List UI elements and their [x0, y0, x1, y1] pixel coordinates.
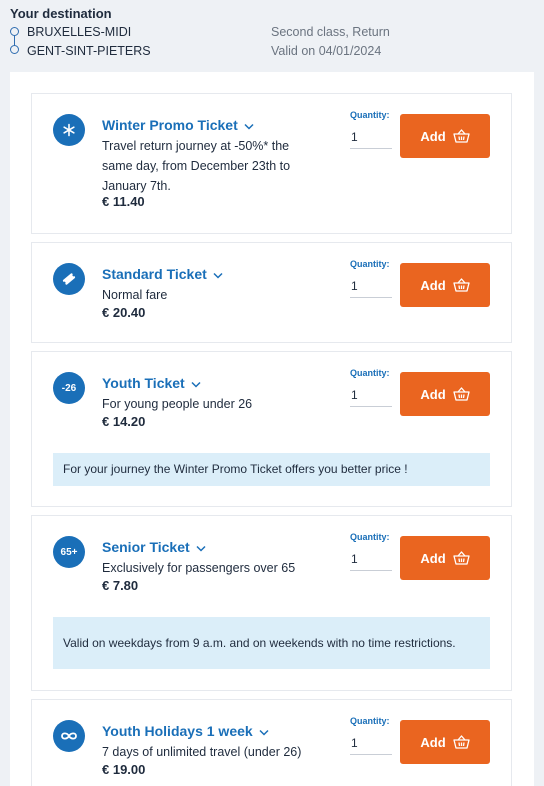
quantity-input[interactable]	[350, 383, 392, 407]
ticket-icon	[53, 263, 85, 295]
ticket-price: € 11.40	[102, 194, 145, 209]
add-label: Add	[420, 128, 446, 144]
validity-date: Valid on 04/01/2024	[271, 44, 382, 58]
ticket-description: Travel return journey at -50%* the same …	[102, 139, 291, 193]
add-to-basket-button[interactable]: Add	[400, 372, 490, 416]
age-badge-icon: -26	[53, 372, 85, 404]
destination-title: Your destination	[10, 6, 112, 21]
travel-class: Second class, Return	[271, 25, 390, 39]
quantity-input[interactable]	[350, 731, 392, 755]
ticket-title[interactable]: Senior Ticket	[102, 539, 206, 555]
chevron-down-icon[interactable]	[259, 729, 269, 736]
add-to-basket-button[interactable]: Add	[400, 720, 490, 764]
quantity-input[interactable]	[350, 547, 392, 571]
basket-icon	[452, 129, 470, 143]
ticket-title[interactable]: Youth Holidays 1 week	[102, 723, 269, 739]
ticket-description: Normal fare	[102, 288, 168, 302]
add-to-basket-button[interactable]: Add	[400, 263, 490, 307]
ticket-card-winter-promo: Winter Promo Ticket Travel return journe…	[31, 93, 512, 234]
quantity-label: Quantity:	[350, 110, 390, 120]
ticket-price: € 19.00	[102, 762, 146, 777]
info-note: For your journey the Winter Promo Ticket…	[53, 453, 490, 486]
origin-marker-icon	[10, 27, 19, 36]
add-label: Add	[420, 277, 446, 293]
chevron-down-icon[interactable]	[213, 272, 223, 279]
quantity-label: Quantity:	[350, 368, 390, 378]
infinity-icon	[53, 720, 85, 752]
ticket-price: € 7.80	[102, 578, 139, 593]
ticket-price: € 20.40	[102, 305, 146, 320]
chevron-down-icon[interactable]	[191, 381, 201, 388]
chevron-down-icon[interactable]	[244, 123, 254, 130]
destination-header: Your destination BRUXELLES-MIDI GENT-SIN…	[0, 0, 544, 72]
origin-station: BRUXELLES-MIDI	[27, 25, 132, 39]
ticket-price: € 14.20	[102, 414, 146, 429]
add-label: Add	[420, 734, 446, 750]
ticket-title[interactable]: Standard Ticket	[102, 266, 223, 282]
quantity-label: Quantity:	[350, 532, 390, 542]
snowflake-icon	[53, 114, 85, 146]
destination-marker-icon	[10, 45, 19, 54]
ticket-description: For young people under 26	[102, 397, 253, 411]
ticket-title[interactable]: Winter Promo Ticket	[102, 117, 254, 133]
quantity-input[interactable]	[350, 125, 392, 149]
add-to-basket-button[interactable]: Add	[400, 114, 490, 158]
basket-icon	[452, 278, 470, 292]
quantity-input[interactable]	[350, 274, 392, 298]
ticket-description: 7 days of unlimited travel (under 26)	[102, 745, 302, 759]
add-to-basket-button[interactable]: Add	[400, 536, 490, 580]
basket-icon	[452, 735, 470, 749]
info-note: Valid on weekdays from 9 a.m. and on wee…	[53, 617, 490, 669]
ticket-card-standard: Standard Ticket Normal fare € 20.40 Quan…	[31, 242, 512, 343]
ticket-card-youth: -26 Youth Ticket For young people under …	[31, 351, 512, 507]
age-badge-icon: 65+	[53, 536, 85, 568]
quantity-label: Quantity:	[350, 259, 390, 269]
ticket-title[interactable]: Youth Ticket	[102, 375, 201, 391]
ticket-card-senior: 65+ Senior Ticket Exclusively for passen…	[31, 515, 512, 691]
basket-icon	[452, 387, 470, 401]
destination-station: GENT-SINT-PIETERS	[27, 44, 151, 58]
add-label: Add	[420, 550, 446, 566]
ticket-card-youth-holidays: Youth Holidays 1 week 7 days of unlimite…	[31, 699, 512, 786]
basket-icon	[452, 551, 470, 565]
add-label: Add	[420, 386, 446, 402]
ticket-description: Exclusively for passengers over 65	[102, 561, 296, 575]
chevron-down-icon[interactable]	[196, 545, 206, 552]
quantity-label: Quantity:	[350, 716, 390, 726]
